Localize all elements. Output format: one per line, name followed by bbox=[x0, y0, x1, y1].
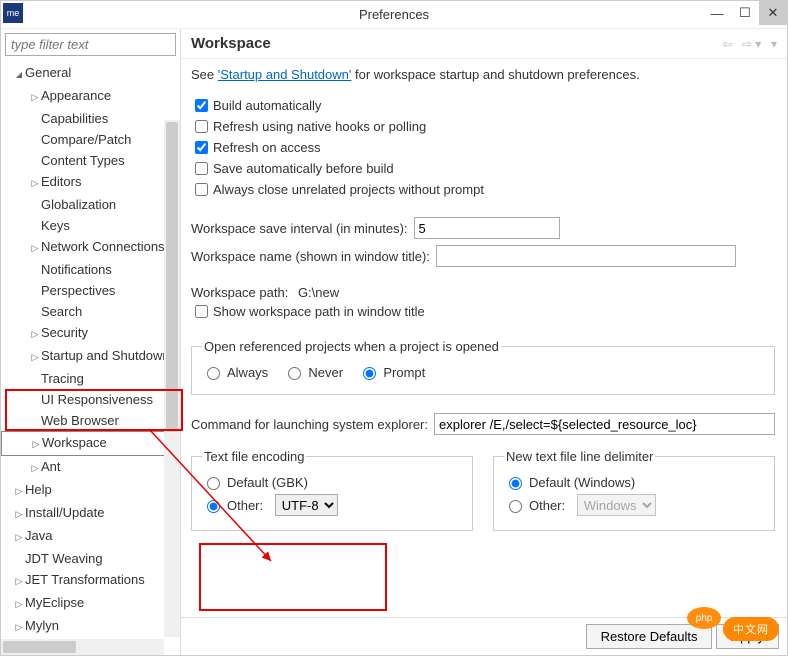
filter-input[interactable] bbox=[5, 33, 176, 56]
close-unrelated-checkbox[interactable] bbox=[195, 183, 208, 196]
save-before-build-checkbox[interactable] bbox=[195, 162, 208, 175]
workspace-path-value: G:\new bbox=[298, 285, 339, 300]
menu-icon[interactable]: ▾ bbox=[771, 37, 777, 51]
tree-item[interactable]: Startup and Shutdown bbox=[1, 345, 180, 368]
encoding-legend: Text file encoding bbox=[202, 449, 306, 464]
command-label: Command for launching system explorer: bbox=[191, 417, 428, 432]
page-title: Workspace bbox=[191, 35, 716, 52]
tree-item[interactable]: Notifications bbox=[1, 259, 180, 280]
tree-item[interactable]: Security bbox=[1, 322, 180, 345]
tree-item[interactable]: Editors bbox=[1, 171, 180, 194]
refresh-native-label: Refresh using native hooks or polling bbox=[213, 119, 426, 134]
workspace-name-label: Workspace name (shown in window title): bbox=[191, 249, 430, 264]
header-nav-icons: ⇦ ⇨ ▾ ▾ bbox=[716, 36, 777, 51]
tree-item[interactable]: Content Types bbox=[1, 150, 180, 171]
refresh-access-checkbox[interactable] bbox=[195, 141, 208, 154]
tree-item[interactable]: Tracing bbox=[1, 368, 180, 389]
command-input[interactable] bbox=[434, 413, 775, 435]
close-unrelated-label: Always close unrelated projects without … bbox=[213, 182, 484, 197]
tree-item[interactable]: Install/Update bbox=[1, 502, 180, 525]
prompt-radio[interactable] bbox=[363, 367, 376, 380]
tree-item[interactable]: Web Browser bbox=[1, 410, 180, 431]
tree-item[interactable]: Mylyn bbox=[1, 615, 180, 638]
tree-item[interactable]: Search bbox=[1, 301, 180, 322]
save-interval-input[interactable] bbox=[414, 217, 560, 239]
tree-item[interactable]: UI Responsiveness bbox=[1, 389, 180, 410]
never-radio[interactable] bbox=[288, 367, 301, 380]
encoding-default-radio[interactable] bbox=[207, 477, 220, 490]
encoding-fieldset: Text file encoding Default (GBK) Other: … bbox=[191, 449, 473, 531]
tree-item-workspace[interactable]: Workspace bbox=[1, 431, 180, 456]
tree-item[interactable]: Perspectives bbox=[1, 280, 180, 301]
tree-item[interactable]: MyEclipse bbox=[1, 592, 180, 615]
tree-item[interactable]: Keys bbox=[1, 215, 180, 236]
delimiter-fieldset: New text file line delimiter Default (Wi… bbox=[493, 449, 775, 531]
save-before-build-label: Save automatically before build bbox=[213, 161, 394, 176]
watermark: php 中文网 bbox=[723, 617, 779, 641]
forward-icon[interactable]: ⇨ ▾ bbox=[742, 37, 761, 51]
build-automatically-label: Build automatically bbox=[213, 98, 321, 113]
build-automatically-checkbox[interactable] bbox=[195, 99, 208, 112]
open-referenced-legend: Open referenced projects when a project … bbox=[202, 339, 501, 354]
back-icon[interactable]: ⇦ bbox=[722, 37, 732, 51]
startup-shutdown-link[interactable]: 'Startup and Shutdown' bbox=[218, 67, 352, 82]
encoding-select[interactable]: UTF-8 bbox=[275, 494, 338, 516]
workspace-name-input[interactable] bbox=[436, 245, 736, 267]
tree-item[interactable]: Network Connections bbox=[1, 236, 180, 259]
delimiter-select[interactable]: Windows bbox=[577, 494, 656, 516]
delimiter-legend: New text file line delimiter bbox=[504, 449, 655, 464]
tree-item[interactable]: Capabilities bbox=[1, 108, 180, 129]
show-path-label: Show workspace path in window title bbox=[213, 304, 425, 319]
titlebar: me Preferences — ☐ ✕ bbox=[1, 1, 787, 29]
tree-item-general[interactable]: General bbox=[1, 62, 180, 85]
tree-item[interactable]: JET Transformations bbox=[1, 569, 180, 592]
delimiter-default-radio[interactable] bbox=[509, 477, 522, 490]
preferences-tree[interactable]: General AppearanceCapabilitiesCompare/Pa… bbox=[1, 60, 180, 655]
save-interval-label: Workspace save interval (in minutes): bbox=[191, 221, 408, 236]
workspace-path-label: Workspace path: bbox=[191, 285, 288, 300]
sidebar: General AppearanceCapabilitiesCompare/Pa… bbox=[1, 29, 181, 655]
scrollbar-vertical[interactable] bbox=[164, 120, 180, 637]
app-icon: me bbox=[3, 3, 23, 23]
intro-text: See 'Startup and Shutdown' for workspace… bbox=[191, 67, 775, 82]
tree-item[interactable]: Appearance bbox=[1, 85, 180, 108]
window-title: Preferences bbox=[359, 7, 429, 22]
close-button[interactable]: ✕ bbox=[759, 1, 787, 25]
tree-item[interactable]: Java bbox=[1, 525, 180, 548]
tree-item[interactable]: JDT Weaving bbox=[1, 548, 180, 569]
scrollbar-horizontal[interactable] bbox=[1, 639, 164, 655]
tree-item[interactable]: Globalization bbox=[1, 194, 180, 215]
minimize-button[interactable]: — bbox=[703, 1, 731, 25]
tree-item[interactable]: Help bbox=[1, 479, 180, 502]
always-radio[interactable] bbox=[207, 367, 220, 380]
tree-item[interactable]: Compare/Patch bbox=[1, 129, 180, 150]
maximize-button[interactable]: ☐ bbox=[731, 1, 759, 25]
show-path-checkbox[interactable] bbox=[195, 305, 208, 318]
restore-defaults-button[interactable]: Restore Defaults bbox=[586, 624, 713, 649]
refresh-access-label: Refresh on access bbox=[213, 140, 321, 155]
refresh-native-checkbox[interactable] bbox=[195, 120, 208, 133]
main-content: See 'Startup and Shutdown' for workspace… bbox=[181, 59, 787, 617]
encoding-other-radio[interactable] bbox=[207, 500, 220, 513]
open-referenced-fieldset: Open referenced projects when a project … bbox=[191, 339, 775, 395]
tree-item[interactable]: Ant bbox=[1, 456, 180, 479]
delimiter-other-radio[interactable] bbox=[509, 500, 522, 513]
